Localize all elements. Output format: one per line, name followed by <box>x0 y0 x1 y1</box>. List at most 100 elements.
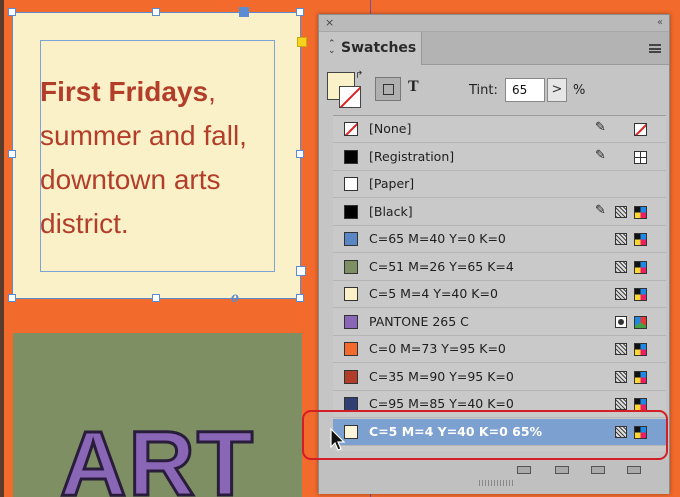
tint-input[interactable] <box>505 78 545 102</box>
panel-menu-icon[interactable] <box>649 44 661 53</box>
swatch-row[interactable]: [Registration] ✎ <box>333 144 666 171</box>
text-threading-icon: o <box>231 289 239 306</box>
swatch-row[interactable]: C=35 M=90 Y=95 K=0 <box>333 364 666 391</box>
swatch-color-chip <box>344 287 358 301</box>
handle-top-right[interactable] <box>296 8 304 16</box>
cmyk-icon <box>634 370 647 384</box>
cmyk-icon <box>634 260 647 274</box>
swatch-color-chip <box>344 369 358 384</box>
show-all-swatches-icon[interactable] <box>517 466 531 474</box>
collapse-icon[interactable]: ‹‹ <box>657 15 663 31</box>
swatch-name: [None] <box>369 121 412 136</box>
process-mode-icon <box>615 425 627 438</box>
corner-options-handle[interactable] <box>297 37 307 47</box>
swatch-list: [None] ✎ [Registration] ✎ [Paper] [Black] ✎ C=6… <box>333 115 666 451</box>
swatch-name: C=95 M=85 Y=40 K=0 <box>369 396 514 411</box>
process-mode-icon <box>615 398 627 410</box>
handle-middle-left[interactable] <box>8 150 16 158</box>
cmyk-icon <box>634 343 647 356</box>
swatch-row[interactable]: C=0 M=73 Y=95 K=0 <box>333 336 666 363</box>
handle-bottom-left[interactable] <box>8 294 16 302</box>
resize-grip[interactable] <box>479 480 515 486</box>
mouse-cursor-icon <box>330 428 346 451</box>
swatch-name: [Paper] <box>369 176 415 191</box>
swatch-color-chip <box>344 232 358 246</box>
process-mode-icon <box>615 205 627 218</box>
swatch-color-chip <box>344 177 358 191</box>
handle-bottom-right[interactable] <box>296 294 304 302</box>
swatch-row[interactable]: C=5 M=4 Y=40 K=0 65% <box>333 418 666 446</box>
fill-stroke-widget[interactable]: ↱ <box>327 70 367 112</box>
swatch-row[interactable]: C=95 M=85 Y=40 K=0 <box>333 391 666 418</box>
tab-swatches[interactable]: ⌃ ⌄ Swatches <box>319 32 422 65</box>
swatches-panel: × ‹‹ ⌃⌄ Swatches ↱ T Tint: > % [None]✎[R… <box>318 14 670 494</box>
process-mode-icon <box>615 370 627 383</box>
cmyk-icon <box>634 288 647 301</box>
registration-icon <box>634 150 647 164</box>
swatch-row[interactable]: [None] ✎ <box>333 116 666 143</box>
cmyk-icon <box>634 205 647 219</box>
close-icon[interactable]: × <box>325 15 334 31</box>
swatch-color-chip <box>344 122 358 136</box>
new-swatch-icon[interactable] <box>591 466 605 474</box>
swatch-row[interactable]: C=65 M=40 Y=0 K=0 <box>333 226 666 253</box>
cmyk-icon <box>634 233 647 246</box>
tint-label: Tint: <box>469 83 498 98</box>
edit-pencil-icon: ✎ <box>595 120 606 135</box>
headline-bold-text: First Fridays <box>40 76 209 107</box>
rgb-icon <box>634 315 647 329</box>
swatch-color-chip <box>344 424 358 439</box>
swatch-name: C=35 M=90 Y=95 K=0 <box>369 368 514 384</box>
swatch-color-chip <box>344 204 358 219</box>
art-headline-text[interactable]: ART <box>58 417 255 497</box>
stroke-swatch-icon[interactable] <box>339 86 361 108</box>
swatch-name: C=65 M=40 Y=0 K=0 <box>369 231 506 246</box>
headline-line-4: district. <box>40 208 129 239</box>
swatch-name: C=5 M=4 Y=40 K=0 <box>369 286 498 301</box>
edit-pencil-icon: ✎ <box>595 202 606 218</box>
show-color-swatches-icon[interactable] <box>555 466 569 474</box>
swatch-row[interactable]: C=51 M=26 Y=65 K=4 <box>333 254 666 281</box>
swatch-row[interactable]: [Black] ✎ <box>333 199 666 226</box>
edit-pencil-icon: ✎ <box>595 147 606 163</box>
handle-top-left[interactable] <box>8 8 16 16</box>
formatting-affects-text-button[interactable]: T <box>408 78 419 96</box>
process-mode-icon <box>615 233 627 245</box>
swatch-name: PANTONE 265 C <box>369 313 469 329</box>
swatch-color-chip <box>344 397 358 411</box>
formatting-affects-container-button[interactable] <box>375 77 401 101</box>
panel-bottom-bar <box>319 460 669 494</box>
swatch-row[interactable]: C=5 M=4 Y=40 K=0 <box>333 281 666 308</box>
swap-fill-stroke-icon[interactable]: ↱ <box>355 70 363 81</box>
swatch-color-chip <box>344 149 358 164</box>
swatch-name: [Black] <box>369 203 413 219</box>
tint-slider-button[interactable]: > <box>547 78 567 102</box>
spot-mode-icon <box>615 315 627 328</box>
cmyk-icon <box>634 425 647 439</box>
swatch-name: C=5 M=4 Y=40 K=0 65% <box>369 423 543 439</box>
tab-swatches-label: Swatches <box>341 40 417 56</box>
delete-swatch-icon[interactable] <box>627 466 641 474</box>
tint-unit: % <box>573 83 586 98</box>
process-mode-icon <box>615 260 627 273</box>
handle-middle-right[interactable] <box>296 150 304 158</box>
headline-line-3: downtown arts <box>40 164 221 195</box>
swatch-name: C=51 M=26 Y=65 K=4 <box>369 258 514 274</box>
process-mode-icon <box>615 343 627 355</box>
headline-line-2: summer and fall, <box>40 120 247 151</box>
swatch-row[interactable]: PANTONE 265 C <box>333 309 666 336</box>
swatch-name: [Registration] <box>369 148 455 164</box>
headline-comma: , <box>208 76 216 107</box>
swatch-color-chip <box>344 342 358 356</box>
process-mode-icon <box>615 288 627 300</box>
tab-expand-icon[interactable]: ⌃ ⌄ <box>328 40 336 56</box>
handle-top-center[interactable] <box>152 8 160 16</box>
panel-title-bar[interactable]: × ‹‹ <box>319 15 669 32</box>
panel-tab-row: ⌃ ⌄ Swatches <box>319 32 669 65</box>
handle-bottom-center[interactable] <box>152 294 160 302</box>
headline-text[interactable]: First Fridays, summer and fall, downtown a… <box>40 70 290 246</box>
swatch-color-chip <box>344 259 358 274</box>
swatch-row[interactable]: [Paper] <box>333 171 666 198</box>
content-grabber-handle[interactable] <box>239 7 249 17</box>
out-port-handle[interactable] <box>296 266 306 276</box>
